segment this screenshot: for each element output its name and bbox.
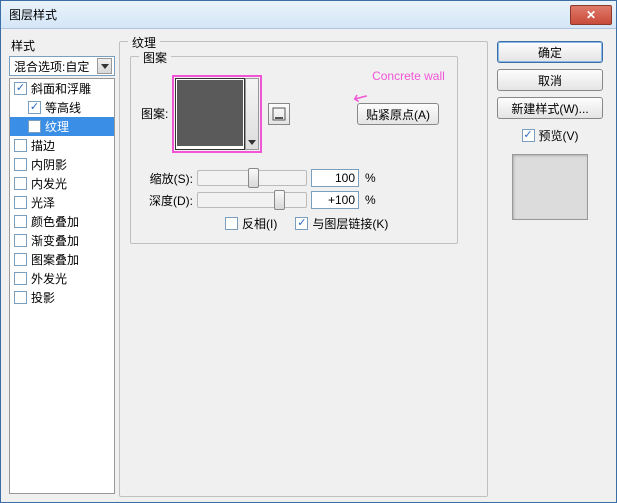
style-item-label: 渐变叠加 (31, 232, 79, 249)
style-item[interactable]: 投影 (10, 288, 114, 307)
style-item[interactable]: 等高线 (10, 98, 114, 117)
close-icon: ✕ (586, 8, 596, 22)
style-item[interactable]: 内发光 (10, 174, 114, 193)
link-label: 与图层链接(K) (312, 215, 388, 232)
style-item[interactable]: 外发光 (10, 269, 114, 288)
close-button[interactable]: ✕ (570, 5, 612, 25)
style-checkbox[interactable] (14, 139, 27, 152)
chevron-down-icon (97, 58, 112, 74)
depth-input[interactable]: +100 (311, 191, 359, 209)
new-style-button[interactable]: 新建样式(W)... (497, 97, 603, 119)
slider-thumb[interactable] (274, 190, 285, 210)
style-checkbox[interactable] (14, 196, 27, 209)
style-item[interactable]: 描边 (10, 136, 114, 155)
snap-origin-button[interactable]: 贴紧原点(A) (357, 103, 439, 125)
style-item[interactable]: 内阴影 (10, 155, 114, 174)
layer-style-dialog: 图层样式 ✕ 样式 混合选项:自定 斜面和浮雕等高线纹理描边内阴影内发光光泽颜色… (0, 0, 617, 503)
style-checkbox[interactable] (14, 272, 27, 285)
pattern-thumbnail (177, 80, 243, 146)
style-item-label: 投影 (31, 289, 55, 306)
depth-unit: % (365, 193, 376, 207)
pattern-swatch[interactable] (175, 78, 245, 150)
style-item-label: 内发光 (31, 175, 67, 192)
style-checkbox[interactable] (14, 215, 27, 228)
scale-unit: % (365, 171, 376, 185)
link-checkbox-row[interactable]: 与图层链接(K) (295, 215, 388, 232)
style-checkbox[interactable] (14, 82, 27, 95)
scale-label: 缩放(S): (141, 170, 193, 187)
style-item-label: 图案叠加 (31, 251, 79, 268)
dialog-title: 图层样式 (9, 6, 57, 23)
pattern-picker-dropdown[interactable] (245, 78, 259, 150)
scale-slider[interactable] (197, 170, 307, 186)
style-item[interactable]: 斜面和浮雕 (10, 79, 114, 98)
slider-thumb[interactable] (248, 168, 259, 188)
style-list: 斜面和浮雕等高线纹理描边内阴影内发光光泽颜色叠加渐变叠加图案叠加外发光投影 (9, 78, 115, 494)
titlebar: 图层样式 ✕ (1, 1, 616, 29)
pattern-label: 图案: (141, 105, 168, 122)
new-preset-button[interactable] (268, 103, 290, 125)
invert-checkbox-row[interactable]: 反相(I) (225, 215, 277, 232)
style-item-label: 外发光 (31, 270, 67, 287)
scale-input[interactable]: 100 (311, 169, 359, 187)
style-checkbox[interactable] (14, 158, 27, 171)
annotation-text: Concrete wall (372, 69, 445, 83)
depth-slider[interactable] (197, 192, 307, 208)
depth-label: 深度(D): (141, 192, 193, 209)
style-item-label: 等高线 (45, 99, 81, 116)
preview-label: 预览(V) (539, 127, 579, 144)
style-item[interactable]: 纹理 (10, 117, 114, 136)
style-item-label: 斜面和浮雕 (31, 80, 91, 97)
style-checkbox[interactable] (28, 101, 41, 114)
style-checkbox[interactable] (14, 253, 27, 266)
style-checkbox[interactable] (28, 120, 41, 133)
annotation: ↙ Concrete wall (353, 65, 445, 86)
texture-group: 纹理 图案 ↙ Concrete wall 图案: (119, 41, 488, 497)
style-item-label: 内阴影 (31, 156, 67, 173)
snap-origin-label: 贴紧原点(A) (366, 106, 430, 123)
new-preset-icon (272, 107, 286, 121)
style-checkbox[interactable] (14, 177, 27, 190)
blend-options-value: 混合选项:自定 (14, 58, 89, 75)
style-checkbox[interactable] (14, 291, 27, 304)
invert-checkbox[interactable] (225, 217, 238, 230)
style-item-label: 纹理 (45, 118, 69, 135)
link-checkbox[interactable] (295, 217, 308, 230)
preview-checkbox-row[interactable]: 预览(V) (522, 127, 579, 144)
pattern-group: 图案 ↙ Concrete wall 图案: (130, 56, 458, 244)
action-panel: 确定 取消 新建样式(W)... 预览(V) (492, 37, 608, 494)
style-item-label: 光泽 (31, 194, 55, 211)
styles-heading: 样式 (9, 37, 115, 54)
style-item[interactable]: 渐变叠加 (10, 231, 114, 250)
settings-panel: 纹理 图案 ↙ Concrete wall 图案: (119, 37, 488, 494)
blend-options-combo[interactable]: 混合选项:自定 (9, 56, 115, 76)
preview-checkbox[interactable] (522, 129, 535, 142)
style-checkbox[interactable] (14, 234, 27, 247)
style-item[interactable]: 图案叠加 (10, 250, 114, 269)
annotation-highlight (172, 75, 262, 153)
pattern-group-title: 图案 (139, 49, 171, 66)
style-item-label: 颜色叠加 (31, 213, 79, 230)
ok-button[interactable]: 确定 (497, 41, 603, 63)
style-item-label: 描边 (31, 137, 55, 154)
cancel-button[interactable]: 取消 (497, 69, 603, 91)
styles-panel: 样式 混合选项:自定 斜面和浮雕等高线纹理描边内阴影内发光光泽颜色叠加渐变叠加图… (9, 37, 115, 494)
style-item[interactable]: 颜色叠加 (10, 212, 114, 231)
invert-label: 反相(I) (242, 215, 277, 232)
preview-thumbnail (512, 154, 588, 220)
style-item[interactable]: 光泽 (10, 193, 114, 212)
